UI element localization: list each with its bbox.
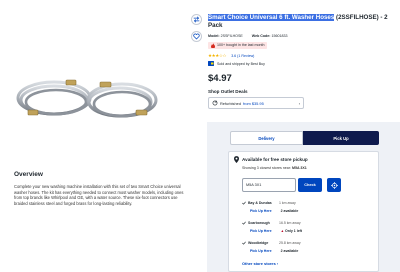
pickup-availability-heading: Available for free store pickup	[242, 157, 308, 162]
chevron-right-icon: ›	[298, 100, 300, 106]
store-name: Woodbridge	[248, 241, 269, 245]
store-distance: 1 km away	[279, 201, 296, 205]
model-label: Model:	[208, 34, 220, 38]
heart-icon[interactable]	[191, 31, 202, 42]
refurbished-price: from $35.95	[242, 100, 264, 106]
tab-pickup[interactable]: Pick Up	[303, 131, 379, 145]
sold-by-text: Sold and shipped by Best Buy	[217, 61, 265, 66]
showing-prefix: Showing 3 closest stores near:	[242, 166, 291, 170]
locate-me-button[interactable]	[327, 178, 341, 192]
checkmark-icon	[242, 201, 246, 205]
store-list-item[interactable]: Woodbridge 25.8 km away Pick Up Here 2 a…	[242, 241, 301, 253]
check-button[interactable]: Check	[298, 178, 322, 192]
overview-heading: Overview	[14, 171, 43, 178]
bought-badge-text: 100+ bought in the last month	[217, 43, 265, 47]
product-meta: Model: 2SSFILHOSE Web Code: 15601833	[208, 34, 295, 38]
store-availability: 2 available	[280, 209, 299, 213]
store-name: Scarborough	[248, 221, 270, 225]
crosshair-icon	[330, 181, 338, 189]
store-list-item[interactable]: Scarborough 16.5 km away Pick Up Here ▲ …	[242, 221, 302, 233]
store-availability: 2 available	[280, 249, 299, 253]
showing-zip: M5A 3X1	[291, 166, 307, 170]
product-image[interactable]	[14, 66, 164, 132]
warning-icon: ▲	[280, 229, 285, 233]
store-availability: ▲ Only 1 left	[280, 229, 302, 233]
rating[interactable]: ★★★☆☆ 3.6 (1 Review)	[208, 53, 254, 59]
sold-by: Sold and shipped by Best Buy	[208, 61, 265, 66]
store-distance: 16.5 km away	[279, 221, 301, 225]
pickup-here-link[interactable]: Pick Up Here	[250, 209, 272, 213]
checkmark-icon	[242, 221, 246, 225]
refurbished-label: Refurbished	[220, 100, 241, 106]
model-value: 2SSFILHOSE	[220, 34, 243, 38]
product-title: Smart Choice Universal 6 ft. Washer Hose…	[208, 14, 394, 30]
price: $4.97	[208, 73, 232, 84]
pickup-here-link[interactable]: Pick Up Here	[250, 249, 272, 253]
postal-code-input[interactable]	[242, 178, 296, 192]
compare-icon[interactable]	[191, 14, 202, 25]
product-action-icons	[191, 14, 203, 48]
showing-stores-text: Showing 3 closest stores near: M5A 3X1	[242, 166, 307, 170]
bought-badge: 100+ bought in the last month	[208, 42, 268, 49]
refresh-icon	[212, 100, 218, 106]
sku-value: 15601833	[271, 34, 288, 38]
store-name: Bay & Dundas	[248, 201, 272, 205]
other-stores-link[interactable]: Other store stores ›	[242, 261, 278, 266]
flame-icon	[211, 43, 215, 48]
store-list-item[interactable]: Bay & Dundas 1 km away Pick Up Here 2 av…	[242, 201, 298, 213]
refurbished-option[interactable]: Refurbished from $35.95 ›	[208, 97, 304, 109]
checkmark-icon	[242, 241, 246, 245]
overview-description: Complete your new washing machine instal…	[14, 184, 184, 206]
outlet-heading: Shop Outlet Deals	[208, 89, 248, 94]
tab-delivery[interactable]: Delivery	[230, 131, 303, 145]
selected-title-text: Smart Choice Universal 6 ft. Washer Hose…	[208, 14, 335, 21]
store-pin-icon	[234, 156, 239, 163]
store-distance: 25.8 km away	[279, 241, 301, 245]
sku-label: Web Code:	[251, 34, 271, 38]
best-buy-tag-icon	[208, 61, 214, 66]
rating-stars: ★★★☆☆	[208, 53, 227, 58]
reviews-link[interactable]: 3.6 (1 Review)	[231, 54, 254, 58]
pickup-here-link[interactable]: Pick Up Here	[250, 229, 272, 233]
